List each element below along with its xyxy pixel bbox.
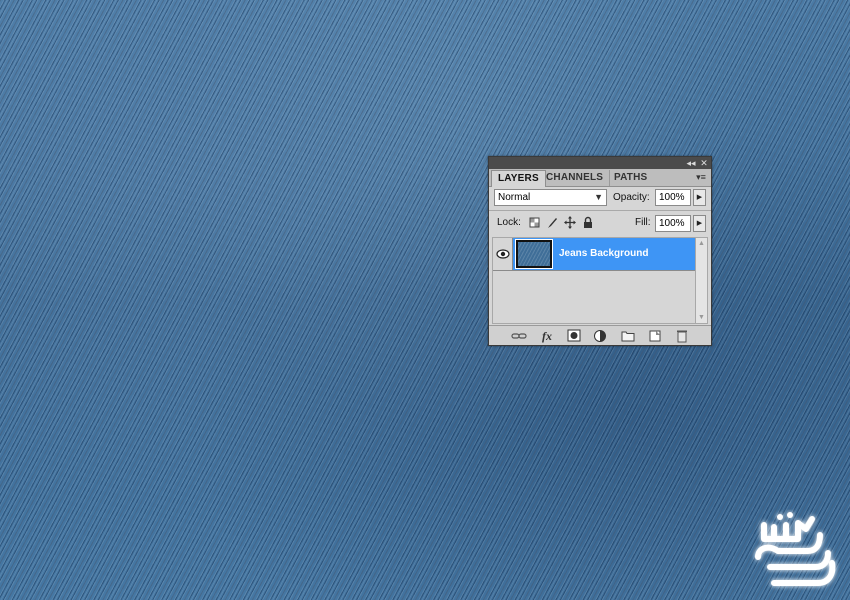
panel-titlebar[interactable]: ◂◂ ✕ [489,157,711,169]
watermark-logo [755,512,836,586]
divider [489,210,711,211]
tab-channels[interactable]: CHANNELS [540,170,611,186]
lock-move-icon[interactable] [564,214,576,231]
layer-thumbnail [515,239,553,269]
opacity-slider-button[interactable]: ▶ [693,189,706,206]
lock-brush-icon[interactable] [546,214,558,231]
lock-label: Lock: [497,217,521,228]
chevron-down-icon: ▼ [594,192,603,202]
new-layer-icon[interactable] [647,329,663,343]
document-canvas[interactable] [0,0,850,600]
panel-tabs: LAYERS CHANNELS PATHS ▾≡ [489,169,711,187]
layers-list: Jeans Background [492,237,698,324]
add-mask-icon[interactable] [566,329,582,343]
link-layers-icon[interactable] [511,329,527,343]
panel-menu-icon[interactable]: ▾≡ [694,171,708,183]
scroll-up-icon[interactable]: ▲ [696,238,707,249]
lock-transparent-icon[interactable] [529,214,541,231]
layer-name[interactable]: Jeans Background [559,238,648,270]
lock-row: Lock: Fill: 100% ▶ [489,214,711,234]
adjustment-layer-icon[interactable] [593,329,609,343]
tab-layers[interactable]: LAYERS [491,170,546,187]
new-group-icon[interactable] [620,329,636,343]
fill-slider-button[interactable]: ▶ [693,215,706,232]
visibility-toggle[interactable] [493,238,513,270]
layers-panel: ◂◂ ✕ LAYERS CHANNELS PATHS ▾≡ Normal ▼ O… [488,156,712,346]
blend-mode-select[interactable]: Normal ▼ [494,189,607,206]
blend-mode-value: Normal [498,192,531,203]
tab-paths[interactable]: PATHS [608,170,653,186]
fill-label: Fill: [635,217,651,228]
double-chevron-left-icon[interactable]: ◂◂ [685,157,697,169]
fill-input[interactable]: 100% [655,215,691,232]
scroll-down-icon[interactable]: ▼ [696,312,707,323]
eye-icon [496,249,510,259]
fx-icon[interactable]: fx [539,329,555,343]
opacity-label: Opacity: [613,192,650,203]
layers-scrollbar[interactable]: ▲ ▼ [695,237,708,324]
delete-icon[interactable] [674,329,690,343]
close-icon[interactable]: ✕ [698,157,710,169]
blend-row: Normal ▼ Opacity: 100% ▶ [489,187,711,209]
opacity-input[interactable]: 100% [655,189,691,206]
panel-bottom-bar: fx [489,325,711,345]
lock-all-icon[interactable] [582,214,594,231]
layer-row[interactable]: Jeans Background [493,238,697,271]
